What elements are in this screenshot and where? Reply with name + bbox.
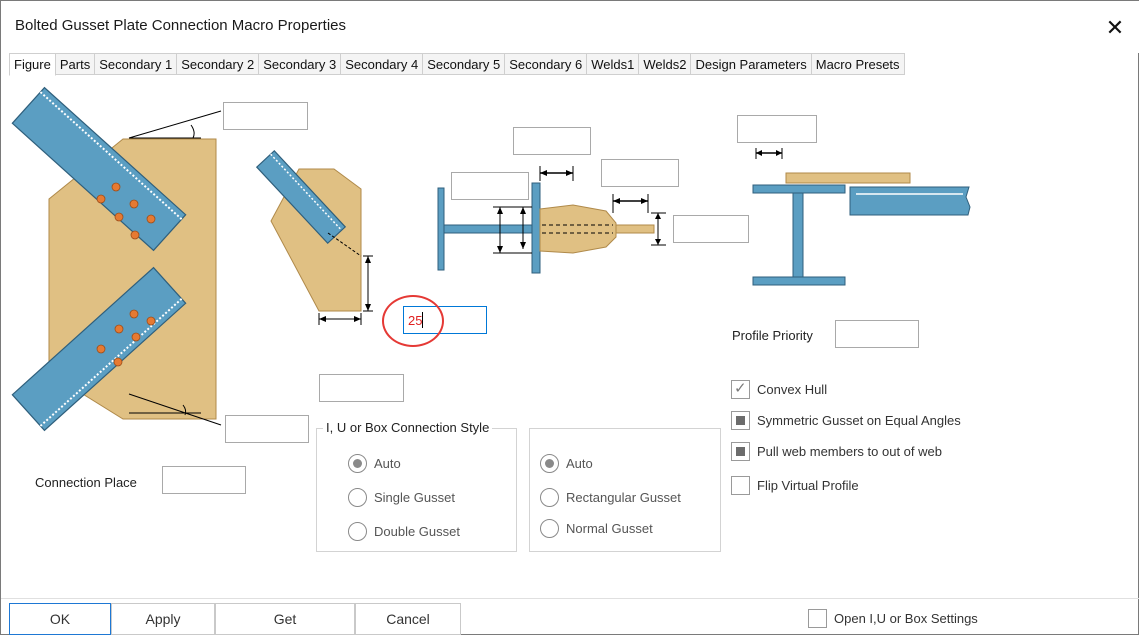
radio-shape-auto[interactable]: Auto — [540, 453, 593, 473]
connection-style-legend: I, U or Box Connection Style — [323, 420, 493, 435]
flange-offset-input[interactable] — [737, 115, 817, 143]
checkbox-open-settings[interactable]: Open I,U or Box Settings — [808, 608, 978, 628]
connection-place-label: Connection Place — [35, 475, 137, 490]
radio-circle-icon — [348, 521, 367, 541]
checkbox-empty-icon — [731, 475, 750, 495]
profile-priority-input[interactable] — [835, 320, 919, 348]
angle-top-input[interactable] — [223, 102, 308, 130]
plate-thickness-input[interactable] — [601, 159, 679, 187]
indeterminate-icon — [731, 441, 750, 461]
web-depth-input[interactable] — [451, 172, 529, 200]
radio-circle-icon — [540, 518, 559, 538]
i-beam-profile — [752, 148, 971, 286]
setback-input[interactable] — [319, 374, 404, 402]
radio-shape-normal[interactable]: Normal Gusset — [540, 518, 653, 538]
plate-extension-input[interactable] — [673, 215, 749, 243]
radio-circle-icon — [540, 487, 559, 507]
apply-button[interactable]: Apply — [111, 603, 215, 635]
profile-priority-label: Profile Priority — [732, 328, 813, 343]
dialog-window: Bolted Gusset Plate Connection Macro Pro… — [0, 0, 1139, 635]
checkbox-convex-hull[interactable]: ✓ Convex Hull — [731, 379, 827, 399]
ok-button[interactable]: OK — [9, 603, 111, 635]
connection-place-input[interactable] — [162, 466, 246, 494]
checkbox-empty-icon — [808, 608, 827, 628]
radio-shape-rectangular[interactable]: Rectangular Gusset — [540, 487, 681, 507]
checkbox-symmetric-gusset[interactable]: Symmetric Gusset on Equal Angles — [731, 410, 961, 430]
checkbox-flip-virtual-profile[interactable]: Flip Virtual Profile — [731, 475, 859, 495]
radio-style-auto[interactable]: Auto — [348, 453, 401, 473]
radio-style-single-gusset[interactable]: Single Gusset — [348, 487, 455, 507]
radio-circle-icon — [540, 453, 559, 473]
indeterminate-icon — [731, 410, 750, 430]
checkbox-pull-web-members[interactable]: Pull web members to out of web — [731, 441, 942, 461]
radio-circle-icon — [348, 487, 367, 507]
highlight-circle — [382, 295, 444, 347]
angle-bottom-input[interactable] — [225, 415, 309, 443]
radio-style-double-gusset[interactable]: Double Gusset — [348, 521, 460, 541]
plate-width-input[interactable] — [513, 127, 591, 155]
radio-circle-icon — [348, 453, 367, 473]
cancel-button[interactable]: Cancel — [355, 603, 461, 635]
checkmark-icon: ✓ — [731, 379, 750, 399]
get-button[interactable]: Get — [215, 603, 355, 635]
